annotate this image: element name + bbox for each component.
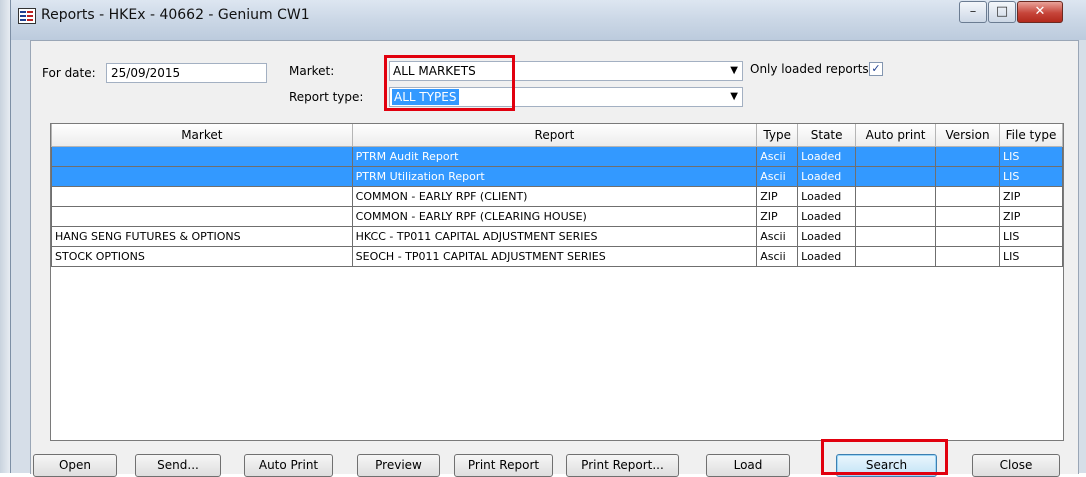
column-header-report[interactable]: Report bbox=[351, 124, 758, 147]
table-header-row: Market Report Type State Auto print Vers… bbox=[51, 124, 1063, 147]
table-row[interactable]: COMMON - EARLY RPF (CLEARING HOUSE) ZIP … bbox=[51, 206, 1063, 227]
table-row[interactable]: HANG SENG FUTURES & OPTIONS HKCC - TP011… bbox=[51, 226, 1063, 247]
cell-version bbox=[935, 226, 1000, 247]
cell-version bbox=[935, 246, 1000, 267]
cell-file-type: LIS bbox=[998, 166, 1063, 187]
cell-state: Loaded bbox=[797, 226, 857, 247]
cell-market bbox=[51, 186, 353, 207]
cell-file-type: ZIP bbox=[998, 206, 1063, 227]
reports-table[interactable]: Market Report Type State Auto print Vers… bbox=[50, 123, 1064, 441]
cell-file-type: LIS bbox=[998, 146, 1063, 167]
report-type-label: Report type: bbox=[289, 90, 364, 104]
app-icon bbox=[18, 8, 36, 24]
column-header-auto-print[interactable]: Auto print bbox=[855, 124, 937, 147]
close-button[interactable]: Close bbox=[972, 454, 1060, 477]
cell-market bbox=[51, 166, 353, 187]
auto-print-button[interactable]: Auto Print bbox=[244, 454, 333, 477]
reports-window: Reports - HKEx - 40662 - Genium CW1 – □ … bbox=[10, 0, 1086, 477]
send-button[interactable]: Send... bbox=[135, 454, 221, 477]
cell-state: Loaded bbox=[797, 186, 857, 207]
cell-market bbox=[51, 206, 353, 227]
cell-state: Loaded bbox=[797, 166, 857, 187]
cell-report: PTRM Utilization Report bbox=[351, 166, 758, 187]
cell-report: HKCC - TP011 CAPITAL ADJUSTMENT SERIES bbox=[351, 226, 758, 247]
table-row[interactable]: STOCK OPTIONS SEOCH - TP011 CAPITAL ADJU… bbox=[51, 246, 1063, 267]
chevron-down-icon[interactable]: ▼ bbox=[730, 90, 738, 104]
table-row[interactable]: COMMON - EARLY RPF (CLIENT) ZIP Loaded Z… bbox=[51, 186, 1063, 207]
title-bar[interactable]: Reports - HKEx - 40662 - Genium CW1 – □ … bbox=[11, 0, 1086, 40]
preview-button[interactable]: Preview bbox=[357, 454, 440, 477]
table-row[interactable]: PTRM Audit Report Ascii Loaded LIS bbox=[51, 146, 1063, 167]
cell-type: ZIP bbox=[756, 206, 799, 227]
column-header-version[interactable]: Version bbox=[935, 124, 1000, 147]
cell-state: Loaded bbox=[797, 146, 857, 167]
window-title: Reports - HKEx - 40662 - Genium CW1 bbox=[41, 7, 310, 23]
cell-state: Loaded bbox=[797, 246, 857, 267]
print-report-dialog-button[interactable]: Print Report... bbox=[566, 454, 679, 477]
cell-type: ZIP bbox=[756, 186, 799, 207]
reports-panel: For date: 25/09/2015 Market: ALL MARKETS… bbox=[30, 40, 1079, 477]
cell-type: Ascii bbox=[756, 166, 799, 187]
cell-state: Loaded bbox=[797, 206, 857, 227]
cell-type: Ascii bbox=[756, 246, 799, 267]
date-field[interactable]: 25/09/2015 bbox=[106, 63, 267, 83]
only-loaded-label: Only loaded reports bbox=[750, 62, 869, 76]
cell-report: SEOCH - TP011 CAPITAL ADJUSTMENT SERIES bbox=[351, 246, 758, 267]
cell-file-type: LIS bbox=[998, 246, 1063, 267]
cell-auto-print bbox=[855, 166, 937, 187]
cell-auto-print bbox=[855, 186, 937, 207]
column-header-market[interactable]: Market bbox=[51, 124, 353, 147]
load-button[interactable]: Load bbox=[706, 454, 790, 477]
cell-auto-print bbox=[855, 246, 937, 267]
cell-market bbox=[51, 146, 353, 167]
cell-type: Ascii bbox=[756, 146, 799, 167]
market-label: Market: bbox=[289, 64, 335, 78]
open-button[interactable]: Open bbox=[33, 454, 117, 477]
cell-report: COMMON - EARLY RPF (CLEARING HOUSE) bbox=[351, 206, 758, 227]
maximize-button[interactable]: □ bbox=[988, 1, 1016, 23]
cell-file-type: LIS bbox=[998, 226, 1063, 247]
chevron-down-icon[interactable]: ▼ bbox=[730, 64, 738, 78]
print-report-button[interactable]: Print Report bbox=[454, 454, 553, 477]
cell-version bbox=[935, 206, 1000, 227]
only-loaded-checkbox[interactable]: ✓ bbox=[869, 62, 883, 76]
minimize-button[interactable]: – bbox=[959, 1, 987, 23]
cell-file-type: ZIP bbox=[998, 186, 1063, 207]
cell-market: HANG SENG FUTURES & OPTIONS bbox=[51, 226, 353, 247]
cell-auto-print bbox=[855, 146, 937, 167]
search-highlight-box bbox=[821, 439, 948, 475]
desktop-edge bbox=[0, 0, 10, 473]
close-window-button[interactable]: ✕ bbox=[1017, 1, 1063, 23]
date-label: For date: bbox=[42, 66, 96, 80]
cell-market: STOCK OPTIONS bbox=[51, 246, 353, 267]
column-header-file-type[interactable]: File type bbox=[998, 124, 1063, 147]
cell-auto-print bbox=[855, 206, 937, 227]
cell-report: PTRM Audit Report bbox=[351, 146, 758, 167]
cell-auto-print bbox=[855, 226, 937, 247]
cell-version bbox=[935, 166, 1000, 187]
cell-type: Ascii bbox=[756, 226, 799, 247]
market-highlight-box bbox=[384, 55, 515, 111]
table-row[interactable]: PTRM Utilization Report Ascii Loaded LIS bbox=[51, 166, 1063, 187]
cell-version bbox=[935, 146, 1000, 167]
column-header-state[interactable]: State bbox=[797, 124, 857, 147]
cell-version bbox=[935, 186, 1000, 207]
column-header-type[interactable]: Type bbox=[756, 124, 799, 147]
cell-report: COMMON - EARLY RPF (CLIENT) bbox=[351, 186, 758, 207]
